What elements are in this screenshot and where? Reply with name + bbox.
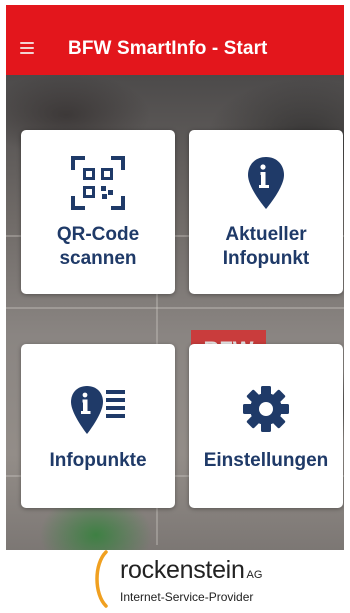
logo-brand: rockenstein AG [120,556,262,585]
qr-code-icon [71,156,125,210]
qr-code-scan-button[interactable]: QR-Code scannen [21,130,175,294]
settings-label: Einstellungen [203,450,329,471]
app-header: BFW SmartInfo - Start [6,5,344,75]
logo-brand-suffix: AG [246,569,263,581]
app-screen: BFW BFW SmartInfo - Start [6,5,344,609]
gear-icon [243,386,289,432]
qr-code-label-line2: scannen [59,248,137,269]
infopoints-label: Infopunkte [49,450,147,471]
infopoints-button[interactable]: Infopunkte [21,344,175,508]
logo-tagline: Internet-Service-Provider [120,590,254,604]
hamburger-menu-icon[interactable] [20,42,38,56]
sponsor-footer: rockenstein AG Internet-Service-Provider [6,550,344,609]
location-pin-info-icon [248,157,284,209]
current-infopoint-button[interactable]: Aktueller Infopunkt [189,130,343,294]
logo-brand-name: rockenstein [120,556,245,584]
settings-button[interactable]: Einstellungen [189,344,343,508]
logo-parenthesis-icon [95,550,108,608]
qr-code-label-line1: QR-Code [56,224,140,245]
info-list-icon [71,386,125,434]
current-infopoint-label-line2: Infopunkt [222,248,310,269]
current-infopoint-label-line1: Aktueller [225,224,307,245]
page-title: BFW SmartInfo - Start [68,38,268,59]
